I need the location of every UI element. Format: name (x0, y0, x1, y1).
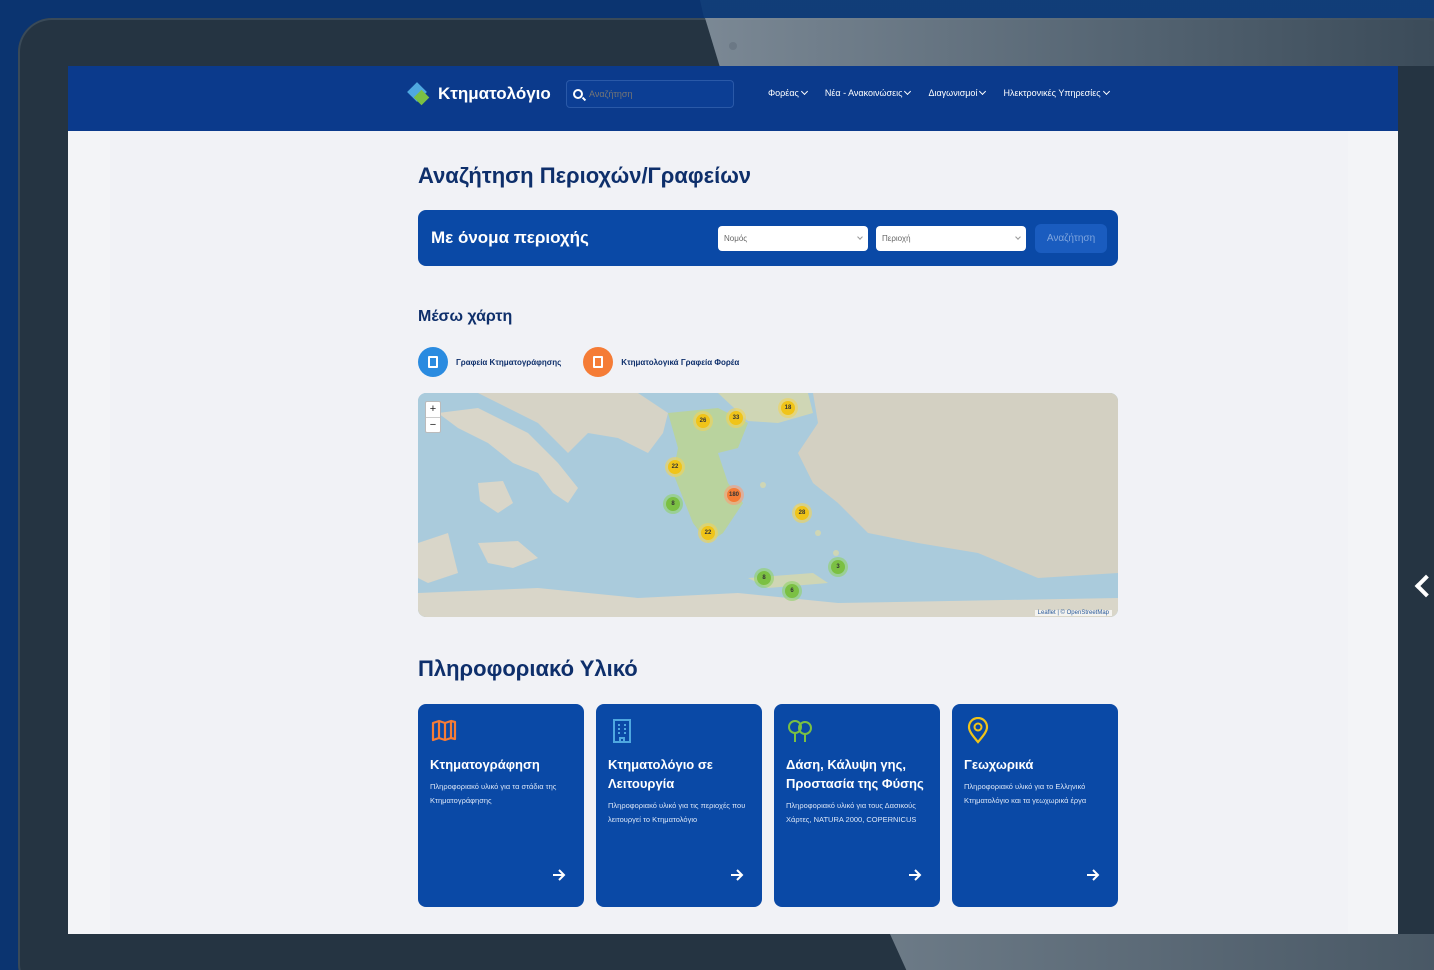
card-cadastre-operation[interactable]: Κτηματολόγιο σε Λειτουργία Πληροφοριακό … (596, 704, 762, 907)
menu-item-eservices[interactable]: Ηλεκτρονικές Υπηρεσίες (1003, 87, 1110, 98)
zoom-control: + − (425, 401, 441, 433)
main-menu: Φορέας Νέα - Ανακοινώσεις Διαγωνισμοί Ηλ… (768, 87, 1110, 98)
card-description: Πληροφοριακό υλικό για τα στάδια της Κτη… (430, 782, 557, 805)
map-section-title: Μέσω χάρτη (418, 308, 513, 325)
legend-label: Κτηματολογικά Γραφεία Φορέα (621, 357, 740, 367)
brand-name: Κτηματολόγιο (438, 84, 551, 103)
header-search-input[interactable] (589, 89, 719, 99)
arrow-right-icon[interactable] (730, 868, 744, 887)
search-by-name-label: Με όνομα περιοχής (431, 228, 589, 247)
building-icon (608, 717, 636, 745)
browser-screen: Κτηματολόγιο Φορέας Νέα - Ανακοινώσεις Δ… (68, 66, 1398, 934)
search-button[interactable]: Αναζήτηση (1035, 224, 1107, 253)
area-search-bar: Με όνομα περιοχής Νομός Περιοχή Αναζήτησ… (418, 210, 1118, 266)
frame-reflection-bottom (890, 934, 1434, 970)
map-cluster[interactable]: 8 (754, 568, 774, 588)
trees-icon (786, 717, 814, 745)
card-description: Πληροφοριακό υλικό για τις περιοχές που … (608, 801, 746, 824)
menu-item-foreas[interactable]: Φορέας (768, 87, 808, 98)
map-cluster[interactable]: 180 (724, 485, 744, 505)
chevron-down-icon (904, 87, 912, 96)
legend-label: Γραφεία Κτηματογράφησης (456, 357, 562, 367)
chevron-down-icon (1015, 234, 1021, 240)
offices-map[interactable]: + − 26 33 18 22 180 8 22 28 8 6 3 Leafle… (418, 393, 1118, 617)
header-search[interactable] (566, 80, 734, 108)
map-attribution[interactable]: Leaflet | © OpenStreetMap (1034, 610, 1112, 616)
chevron-down-icon (979, 87, 987, 96)
frame-reflection (705, 18, 1434, 66)
office-icon (418, 347, 448, 377)
card-title: Κτηματογράφηση (430, 757, 540, 772)
arrow-right-icon[interactable] (552, 868, 566, 887)
logo-icon (407, 82, 430, 106)
menu-label: Διαγωνισμοί (928, 88, 978, 98)
chevron-down-icon (1102, 87, 1110, 96)
map-cluster[interactable]: 18 (778, 398, 798, 418)
prefecture-select[interactable]: Νομός (718, 226, 868, 251)
legend-item-mapping-offices[interactable]: Γραφεία Κτηματογράφησης (418, 347, 561, 377)
menu-label: Νέα - Ανακοινώσεις (824, 88, 903, 98)
zoom-out-button[interactable]: − (426, 417, 440, 432)
map-cluster[interactable]: 26 (693, 411, 713, 431)
top-navbar: Κτηματολόγιο Φορέας Νέα - Ανακοινώσεις Δ… (68, 66, 1398, 131)
arrow-right-icon[interactable] (1086, 868, 1100, 887)
zoom-in-button[interactable]: + (426, 402, 440, 417)
office-icon (583, 347, 614, 377)
info-cards: Κτηματογράφηση Πληροφοριακό υλικό για τα… (418, 704, 1118, 907)
menu-label: Φορέας (768, 88, 799, 98)
map-legend: Γραφεία Κτηματογράφησης Κτηματολογικά Γρ… (418, 347, 739, 377)
arrow-right-icon[interactable] (908, 868, 922, 887)
menu-item-tenders[interactable]: Διαγωνισμοί (928, 87, 987, 98)
map-cluster[interactable]: 22 (665, 457, 685, 477)
menu-item-news[interactable]: Νέα - Ανακοινώσεις (824, 87, 912, 98)
brand-logo[interactable]: Κτηματολόγιο (407, 82, 551, 106)
info-section-title: Πληροφοριακό Υλικό (418, 656, 638, 681)
card-geospatial[interactable]: Γεωχωρικά Πληροφοριακό υλικό για το Ελλη… (952, 704, 1118, 907)
area-placeholder: Περιοχή (882, 234, 911, 243)
card-description: Πληροφοριακό υλικό για τους Δασικούς Χάρ… (786, 801, 917, 824)
chevron-down-icon (857, 234, 863, 240)
card-cadastral-mapping[interactable]: Κτηματογράφηση Πληροφοριακό υλικό για τα… (418, 704, 584, 907)
card-title: Κτηματολόγιο σε Λειτουργία (608, 757, 713, 791)
card-description: Πληροφοριακό υλικό για το Ελληνικό Κτημα… (964, 782, 1087, 805)
area-select[interactable]: Περιοχή (876, 226, 1026, 251)
card-forests-landcover[interactable]: Δάση, Κάλυψη γης, Προστασία της Φύσης Πλ… (774, 704, 940, 907)
map-cluster[interactable]: 22 (698, 523, 718, 543)
legend-item-agency-offices[interactable]: Κτηματολογικά Γραφεία Φορέα (583, 347, 739, 377)
map-cluster[interactable]: 8 (663, 494, 683, 514)
chevron-down-icon (800, 87, 808, 96)
location-pin-icon (964, 716, 992, 745)
prefecture-placeholder: Νομός (724, 234, 748, 243)
map-icon (430, 717, 458, 745)
card-title: Γεωχωρικά (964, 757, 1034, 772)
search-icon (573, 89, 583, 99)
map-cluster[interactable]: 6 (782, 581, 802, 601)
map-cluster[interactable]: 33 (726, 408, 746, 428)
camera-dot (729, 42, 737, 50)
page-title: Αναζήτηση Περιοχών/Γραφείων (418, 163, 752, 188)
menu-label: Ηλεκτρονικές Υπηρεσίες (1003, 88, 1101, 98)
map-cluster[interactable]: 28 (792, 503, 812, 523)
map-cluster[interactable]: 3 (828, 557, 848, 577)
card-title: Δάση, Κάλυψη γης, Προστασία της Φύσης (786, 757, 924, 791)
